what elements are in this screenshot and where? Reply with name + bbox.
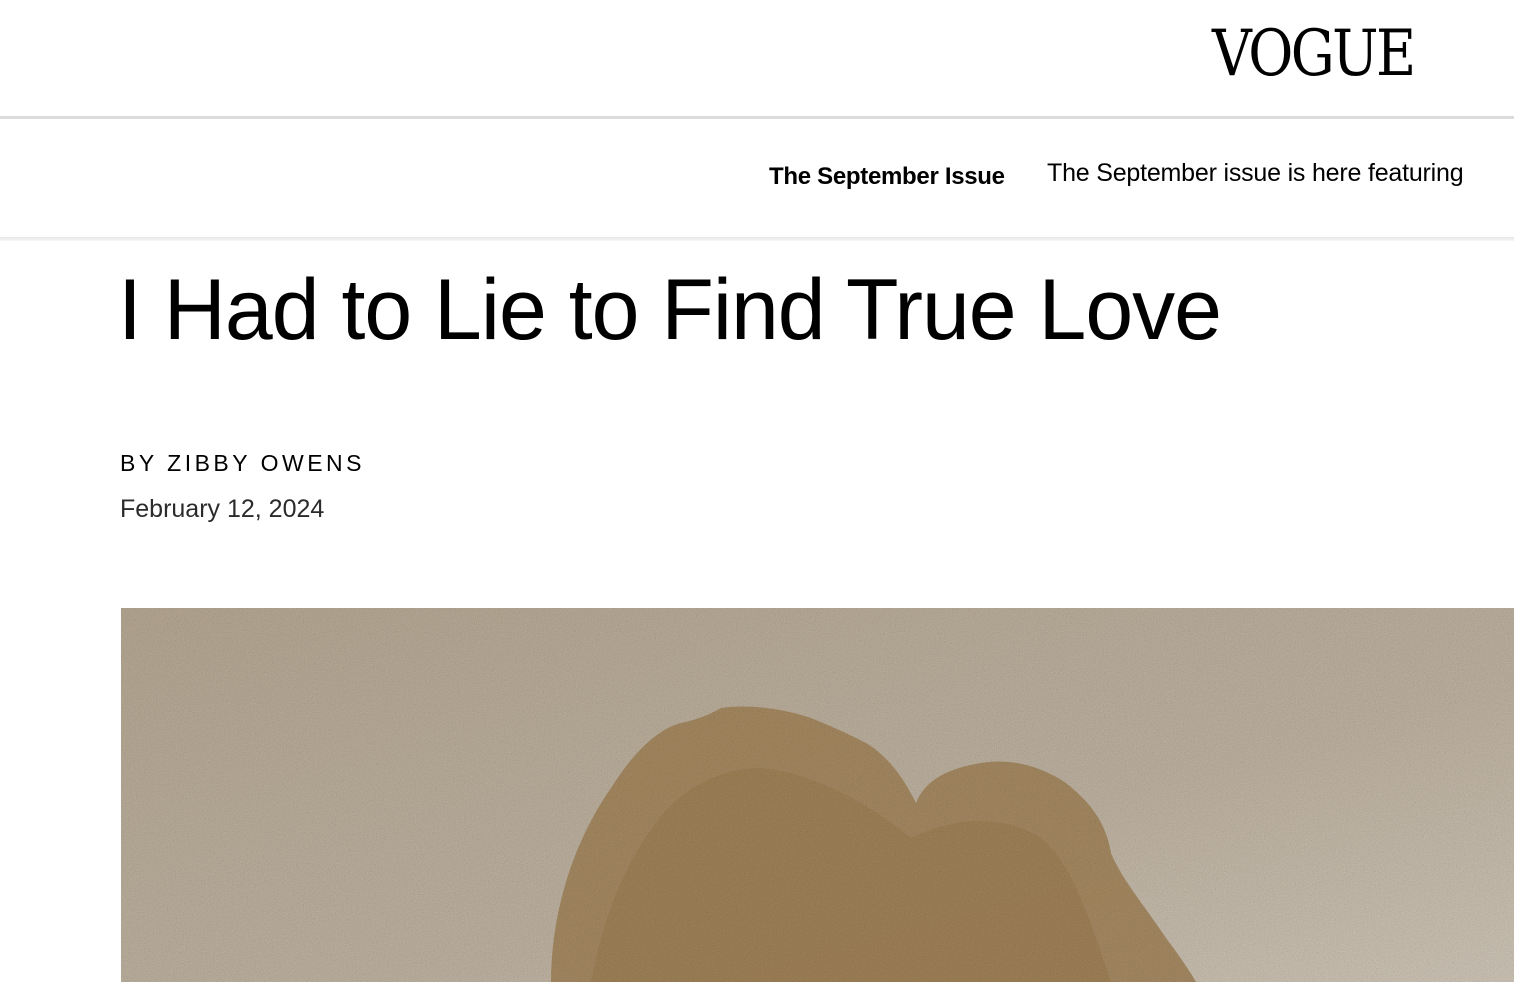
ticker-text[interactable]: The September issue is here featuring — [1047, 159, 1464, 188]
vogue-logo[interactable]: VOGUE — [1212, 18, 1416, 90]
byline: BY ZIBBY OWENS — [120, 450, 365, 477]
article-headline: I Had to Lie to Find True Love — [118, 262, 1222, 358]
author-link[interactable]: ZIBBY OWENS — [167, 450, 365, 476]
site-header: VOGUE — [0, 0, 1514, 116]
page: VOGUE The September Issue The September … — [0, 0, 1514, 982]
promo-ticker[interactable]: The September Issue The September issue … — [0, 119, 1514, 237]
publish-date: February 12, 2024 — [120, 495, 325, 523]
ticker-label[interactable]: The September Issue — [769, 163, 1005, 191]
sand-heart-photo-icon — [121, 608, 1514, 982]
byline-prefix: BY — [120, 450, 168, 476]
ticker-divider — [0, 237, 1514, 241]
lead-image — [121, 608, 1514, 982]
